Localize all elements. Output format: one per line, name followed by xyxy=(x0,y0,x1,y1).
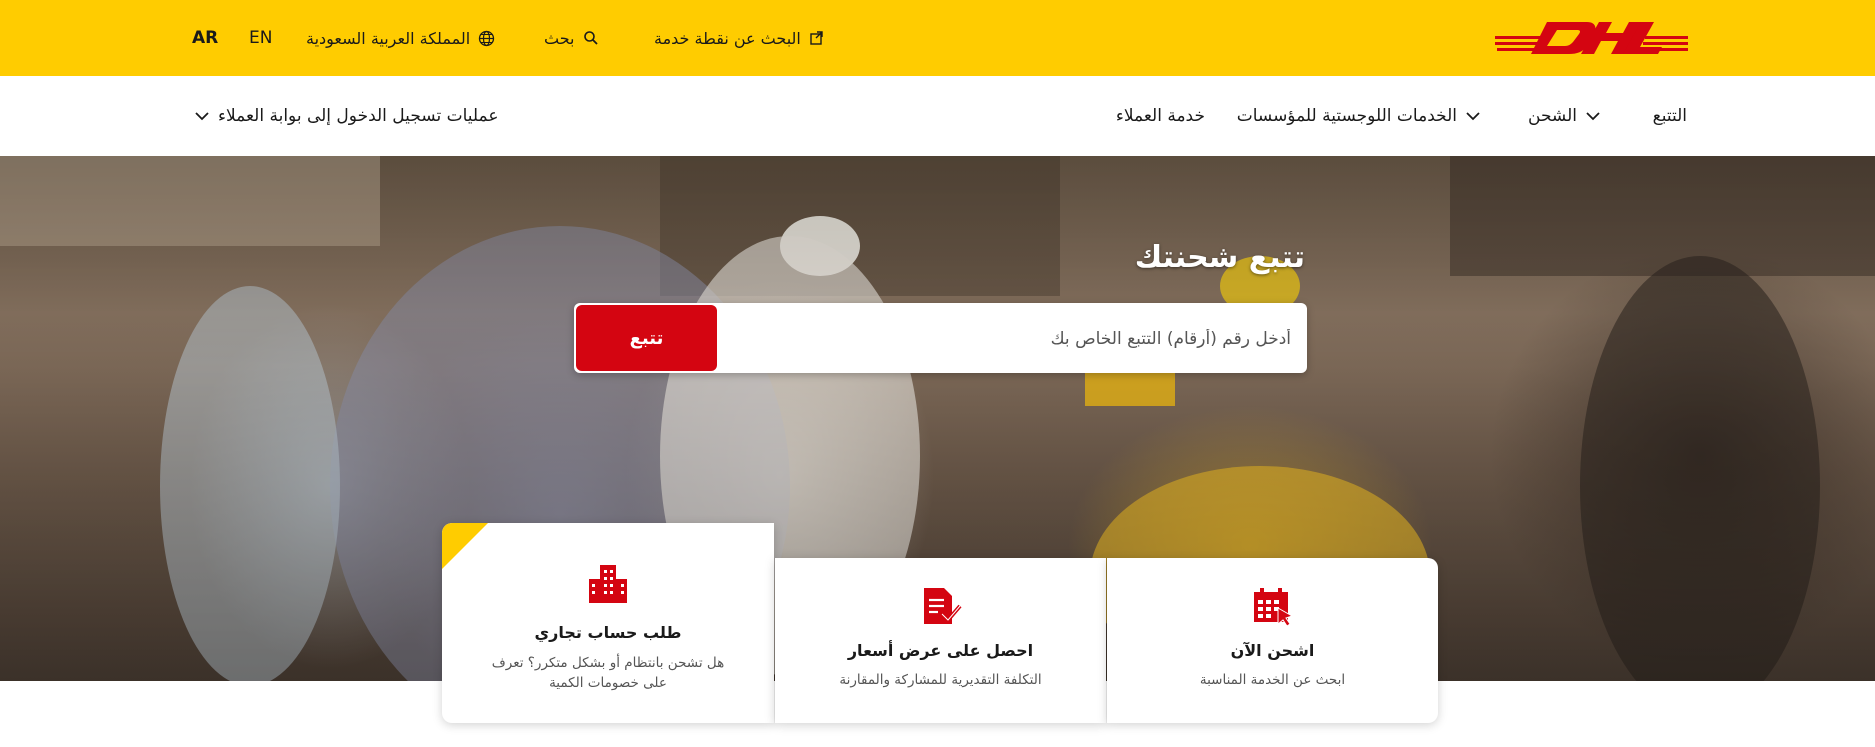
card-title: اشحن الآن xyxy=(1230,641,1315,660)
nav-customer-service-label: خدمة العملاء xyxy=(1115,106,1205,126)
nav-portal-login-label: عمليات تسجيل الدخول إلى بوابة العملاء xyxy=(218,106,499,126)
nav-logistics-label: الخدمات اللوجستية للمؤسسات xyxy=(1236,106,1457,126)
chevron-down-icon xyxy=(195,112,209,121)
ship-now-card[interactable]: اشحن الآن ابحث عن الخدمة المناسبة xyxy=(1107,558,1438,723)
dhl-logo[interactable] xyxy=(1495,18,1688,56)
business-account-card[interactable]: طلب حساب تجاري هل تشحن بانتظام أو بشكل م… xyxy=(442,523,774,723)
calendar-icon xyxy=(1253,588,1293,626)
nav-logistics[interactable]: الخدمات اللوجستية للمؤسسات xyxy=(1237,76,1481,156)
chevron-down-icon xyxy=(1466,112,1480,121)
top-utility-bar: البحث عن نقطة خدمة بحث المملكة العربية ا… xyxy=(0,0,1875,76)
track-button[interactable]: تتبع xyxy=(576,305,717,371)
card-description: ابحث عن الخدمة المناسبة xyxy=(1199,672,1346,688)
nav-tracking-label: التتبع xyxy=(1652,106,1687,126)
service-point-label: البحث عن نقطة خدمة xyxy=(654,28,801,48)
service-point-icon xyxy=(810,31,823,45)
quick-actions: طلب حساب تجاري هل تشحن بانتظام أو بشكل م… xyxy=(442,523,1438,723)
search-link[interactable]: بحث xyxy=(544,0,599,76)
nav-shipping[interactable]: الشحن xyxy=(1528,76,1601,156)
card-title: طلب حساب تجاري xyxy=(534,623,682,642)
lang-ar[interactable]: AR xyxy=(192,0,218,76)
card-description: هل تشحن بانتظام أو بشكل متكرر؟ تعرف على … xyxy=(491,655,725,691)
country-selector[interactable]: المملكة العربية السعودية xyxy=(306,0,495,76)
chevron-down-icon xyxy=(1586,112,1600,121)
search-label: بحث xyxy=(544,28,575,48)
get-quote-card[interactable]: احصل على عرض أسعار التكلفة التقديرية للم… xyxy=(775,558,1106,723)
building-icon xyxy=(589,565,627,603)
nav-portal-login[interactable]: عمليات تسجيل الدخول إلى بوابة العملاء xyxy=(194,76,499,156)
corner-accent xyxy=(442,523,488,569)
country-label: المملكة العربية السعودية xyxy=(306,28,471,48)
tracking-form: تتبع xyxy=(574,303,1307,375)
tracking-number-input[interactable] xyxy=(729,303,1293,375)
card-description: التكلفة التقديرية للمشاركة والمقارنة xyxy=(839,672,1042,688)
search-icon xyxy=(583,31,598,45)
nav-tracking[interactable]: التتبع xyxy=(1653,76,1687,156)
nav-customer-service[interactable]: خدمة العملاء xyxy=(1116,76,1205,156)
main-nav: التتبع الشحن الخدمات اللوجستية للمؤسسات … xyxy=(0,76,1875,157)
service-point-link[interactable]: البحث عن نقطة خدمة xyxy=(654,0,825,76)
hero-title: تتبع شحنتك xyxy=(1134,240,1305,275)
nav-shipping-label: الشحن xyxy=(1528,106,1577,126)
lang-en[interactable]: EN xyxy=(249,0,272,76)
card-title: احصل على عرض أسعار xyxy=(847,641,1034,660)
quote-document-icon xyxy=(923,588,962,624)
globe-icon xyxy=(479,30,495,46)
